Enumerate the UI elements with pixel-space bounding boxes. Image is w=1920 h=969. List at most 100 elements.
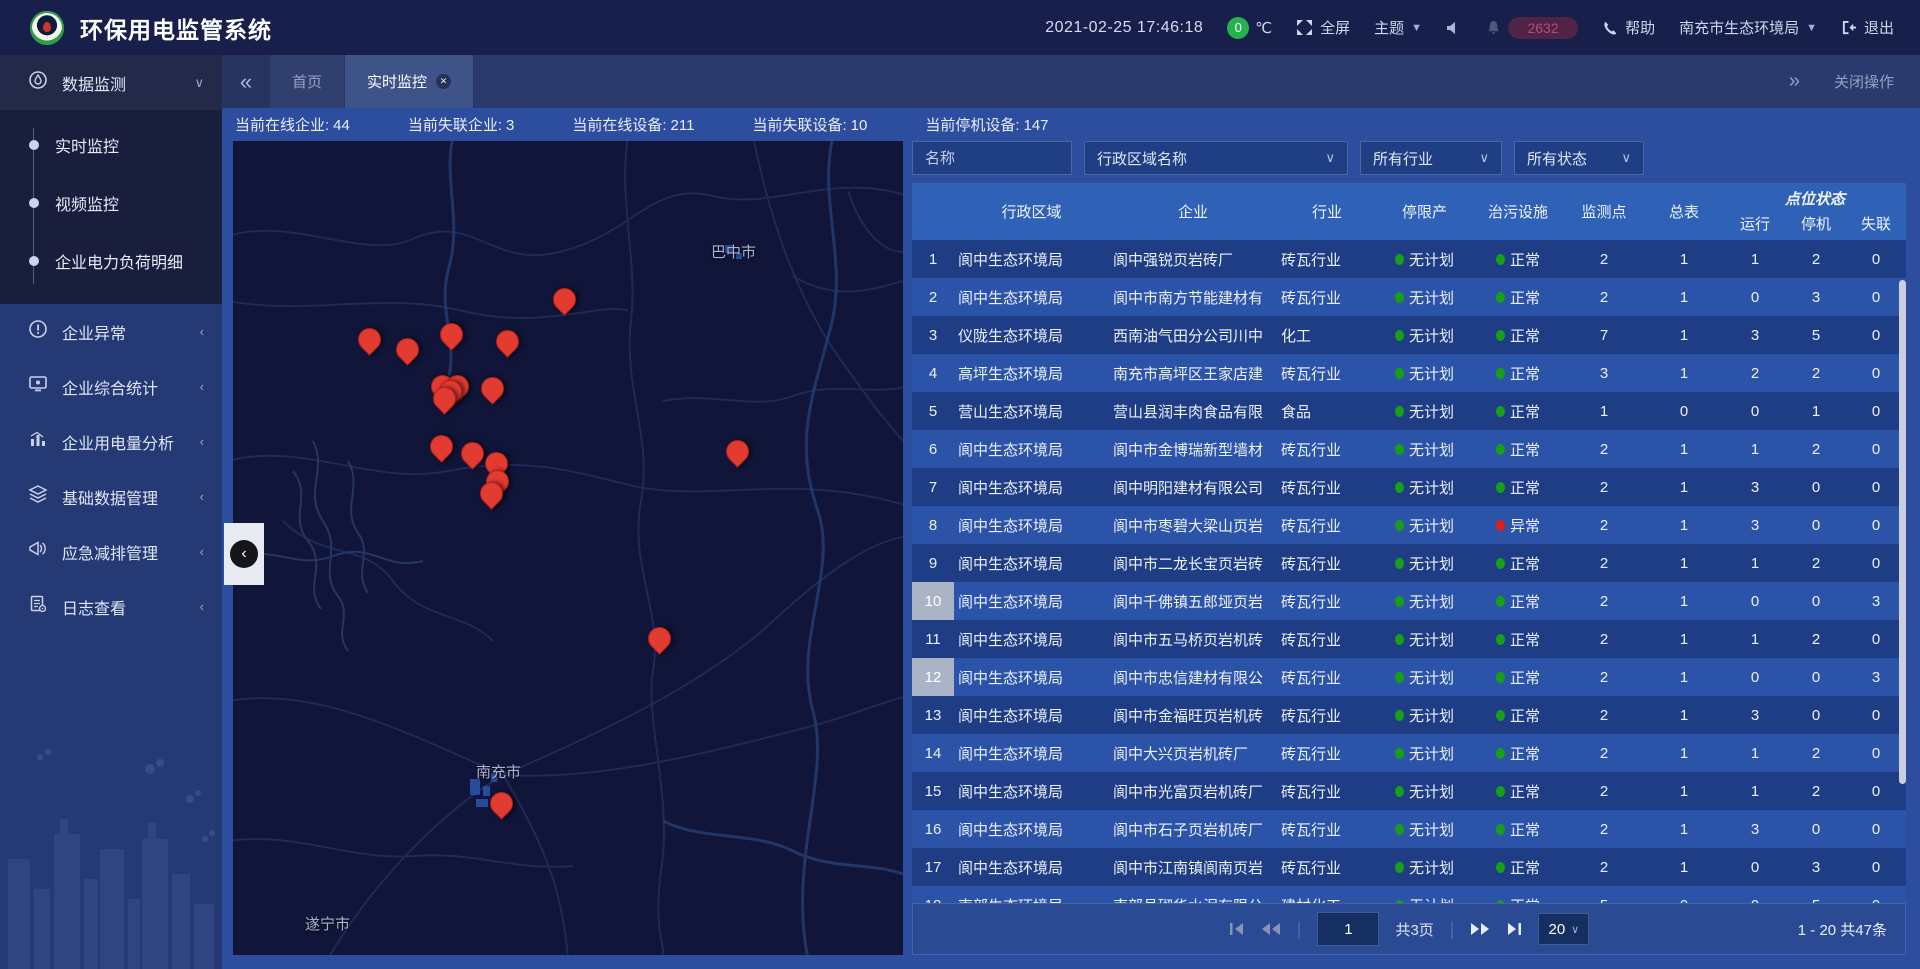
table-row[interactable]: 12 阆中生态环境局 阆中市忠信建材有限公 砖瓦行业 无计划 正常 2 1 0 … — [912, 658, 1906, 696]
stop-limit-status-cell: 无计划 — [1377, 819, 1472, 840]
logout-button[interactable]: 退出 — [1841, 17, 1894, 38]
table-row[interactable]: 5 营山生态环境局 营山县润丰肉食品有限 食品 无计划 正常 1 0 0 1 0 — [912, 392, 1906, 430]
table-row[interactable]: 17 阆中生态环境局 阆中市江南镇阆南页岩 砖瓦行业 无计划 正常 2 1 0 … — [912, 848, 1906, 886]
region-cell: 阆中生态环境局 — [954, 249, 1109, 270]
theme-dropdown[interactable]: 主题▼ — [1374, 17, 1422, 38]
map-city-label-巴中市: 巴中市 — [711, 241, 756, 262]
pollution-facility-status-cell: 正常 — [1472, 591, 1564, 612]
total-meter-cell: 1 — [1644, 631, 1724, 648]
sidebar-item-实时监控[interactable]: 实时监控 — [0, 116, 222, 174]
sidebar-item-enterprise-abnormal[interactable]: 企业异常 ‹ — [0, 304, 222, 359]
monitor-points-cell: 2 — [1564, 517, 1644, 534]
row-index-cell: 15 — [912, 783, 954, 800]
sidebar-item-base-data[interactable]: 基础数据管理 ‹ — [0, 469, 222, 524]
app-title: 环保用电监管系统 — [80, 11, 272, 45]
map-collapse-handle[interactable]: ‹ — [224, 523, 264, 585]
table-row[interactable]: 4 高坪生态环境局 南充市高坪区王家店建 砖瓦行业 无计划 正常 3 1 2 2… — [912, 354, 1906, 392]
chevron-down-icon: ∨ — [1479, 150, 1489, 166]
sidebar-item-enterprise-stats[interactable]: 企业综合统计 ‹ — [0, 359, 222, 414]
running-count-cell: 0 — [1724, 669, 1786, 686]
region-select[interactable]: 行政区域名称∨ — [1084, 141, 1348, 175]
monitor-points-cell: 2 — [1564, 479, 1644, 496]
row-index-cell: 4 — [912, 365, 954, 382]
table-row[interactable]: 6 阆中生态环境局 阆中市金博瑞新型墙材 砖瓦行业 无计划 正常 2 1 1 2… — [912, 430, 1906, 468]
sound-toggle-button[interactable] — [1446, 21, 1462, 35]
monitor-points-cell: 2 — [1564, 669, 1644, 686]
industry-cell: 砖瓦行业 — [1277, 667, 1377, 688]
pollution-facility-status-cell: 异常 — [1472, 515, 1564, 536]
sidebar-item-power-analysis[interactable]: 企业用电量分析 ‹ — [0, 414, 222, 469]
table-row[interactable]: 10 阆中生态环境局 阆中千佛镇五郎垭页岩 砖瓦行业 无计划 正常 2 1 0 … — [912, 582, 1906, 620]
prev-page-button[interactable] — [1261, 922, 1281, 936]
col-header-企业: 企业 — [1109, 183, 1277, 240]
pollution-facility-status-cell: 正常 — [1472, 439, 1564, 460]
enterprise-panel: 行政区域名称∨ 所有行业∨ 所有状态∨ 行政区域企业行业停限产治污设施监测点总表… — [912, 141, 1906, 955]
notifications[interactable]: 2632 — [1486, 17, 1578, 39]
halted-count-cell: 2 — [1786, 365, 1846, 382]
sidebar-item-label: 实时监控 — [55, 133, 119, 157]
org-dropdown[interactable]: 南充市生态环境局▼ — [1679, 17, 1817, 38]
status-dot-icon — [1496, 786, 1505, 797]
tabs-scroll-left-button[interactable]: « — [222, 55, 270, 108]
table-scrollbar[interactable] — [1899, 280, 1906, 784]
table-row[interactable]: 13 阆中生态环境局 阆中市金福旺页岩机砖 砖瓦行业 无计划 正常 2 1 3 … — [912, 696, 1906, 734]
offline-count-cell: 0 — [1846, 783, 1906, 800]
tab-close-icon[interactable]: ✕ — [436, 74, 451, 89]
sidebar-item-企业电力负荷明细[interactable]: 企业电力负荷明细 — [0, 232, 222, 290]
help-button[interactable]: 帮助 — [1602, 17, 1655, 38]
industry-cell: 砖瓦行业 — [1277, 781, 1377, 802]
table-row[interactable]: 18 南部生态环境局 南部县砌华水泥有限公 建材化工 无计划 正常 5 0 0 … — [912, 886, 1906, 903]
tabs-scroll-right-button[interactable]: » — [1789, 70, 1800, 93]
tab-首页[interactable]: 首页 — [270, 55, 345, 108]
close-operations-menu[interactable]: 关闭操作 — [1834, 71, 1894, 92]
bullet-icon — [29, 256, 39, 266]
map-panel[interactable]: 巴中市南充市遂宁市 ‹ — [233, 141, 903, 955]
fullscreen-button[interactable]: 全屏 — [1296, 17, 1350, 38]
company-cell: 营山县润丰肉食品有限 — [1109, 401, 1277, 422]
app-window: 环保用电监管系统 2021-02-25 17:46:18 0 ℃ 全屏 主题▼ — [0, 0, 1920, 969]
status-select[interactable]: 所有状态∨ — [1514, 141, 1644, 175]
halted-count-cell: 2 — [1786, 441, 1846, 458]
region-cell: 阆中生态环境局 — [954, 439, 1109, 460]
monitor-points-cell: 2 — [1564, 707, 1644, 724]
stop-limit-status-cell: 无计划 — [1377, 249, 1472, 270]
tab-实时监控[interactable]: 实时监控 ✕ — [345, 55, 474, 108]
industry-select[interactable]: 所有行业∨ — [1360, 141, 1502, 175]
running-count-cell: 3 — [1724, 707, 1786, 724]
layers-icon — [28, 484, 48, 509]
status-dot-icon — [1395, 520, 1404, 531]
status-dot-icon — [1395, 558, 1404, 569]
name-search-input[interactable] — [912, 141, 1072, 175]
row-index-cell: 9 — [912, 555, 954, 572]
sidebar-item-label: 基础数据管理 — [62, 485, 186, 509]
table-row[interactable]: 2 阆中生态环境局 阆中市南方节能建材有 砖瓦行业 无计划 正常 2 1 0 3… — [912, 278, 1906, 316]
table-row[interactable]: 8 阆中生态环境局 阆中市枣碧大梁山页岩 砖瓦行业 无计划 异常 2 1 3 0… — [912, 506, 1906, 544]
table-row[interactable]: 15 阆中生态环境局 阆中市光富页岩机砖厂 砖瓦行业 无计划 正常 2 1 1 … — [912, 772, 1906, 810]
halted-count-cell: 2 — [1786, 631, 1846, 648]
table-row[interactable]: 16 阆中生态环境局 阆中市石子页岩机砖厂 砖瓦行业 无计划 正常 2 1 3 … — [912, 810, 1906, 848]
status-dot-icon — [1395, 786, 1404, 797]
sidebar-item-emergency[interactable]: 应急减排管理 ‹ — [0, 524, 222, 579]
table-row[interactable]: 9 阆中生态环境局 阆中市二龙长宝页岩砖 砖瓦行业 无计划 正常 2 1 1 2… — [912, 544, 1906, 582]
offline-count-cell: 0 — [1846, 365, 1906, 382]
table-row[interactable]: 1 阆中生态环境局 阆中强锐页岩砖厂 砖瓦行业 无计划 正常 2 1 1 2 0 — [912, 240, 1906, 278]
next-page-button[interactable] — [1470, 922, 1490, 936]
running-count-cell: 3 — [1724, 479, 1786, 496]
table-row[interactable]: 11 阆中生态环境局 阆中市五马桥页岩机砖 砖瓦行业 无计划 正常 2 1 1 … — [912, 620, 1906, 658]
sidebar-item-logs[interactable]: 日志查看 ‹ — [0, 579, 222, 634]
row-index-cell: 17 — [912, 859, 954, 876]
first-page-button[interactable] — [1229, 922, 1245, 936]
table-row[interactable]: 3 仪陇生态环境局 西南油气田分公司川中 化工 无计划 正常 7 1 3 5 0 — [912, 316, 1906, 354]
tab-label: 首页 — [292, 71, 322, 92]
halted-count-cell: 3 — [1786, 859, 1846, 876]
page-number-input[interactable] — [1317, 912, 1379, 946]
last-page-button[interactable] — [1506, 922, 1522, 936]
table-row[interactable]: 7 阆中生态环境局 阆中明阳建材有限公司 砖瓦行业 无计划 正常 2 1 3 0… — [912, 468, 1906, 506]
sidebar-item-视频监控[interactable]: 视频监控 — [0, 174, 222, 232]
page-size-select[interactable]: 20∨ — [1538, 913, 1589, 945]
sidebar-item-label: 数据监测 — [62, 71, 180, 95]
sidebar-group-header-data-monitor[interactable]: 数据监测 ∨ — [0, 55, 222, 110]
halted-count-cell: 2 — [1786, 745, 1846, 762]
table-row[interactable]: 14 阆中生态环境局 阆中大兴页岩机砖厂 砖瓦行业 无计划 正常 2 1 1 2… — [912, 734, 1906, 772]
offline-count-cell: 0 — [1846, 327, 1906, 344]
